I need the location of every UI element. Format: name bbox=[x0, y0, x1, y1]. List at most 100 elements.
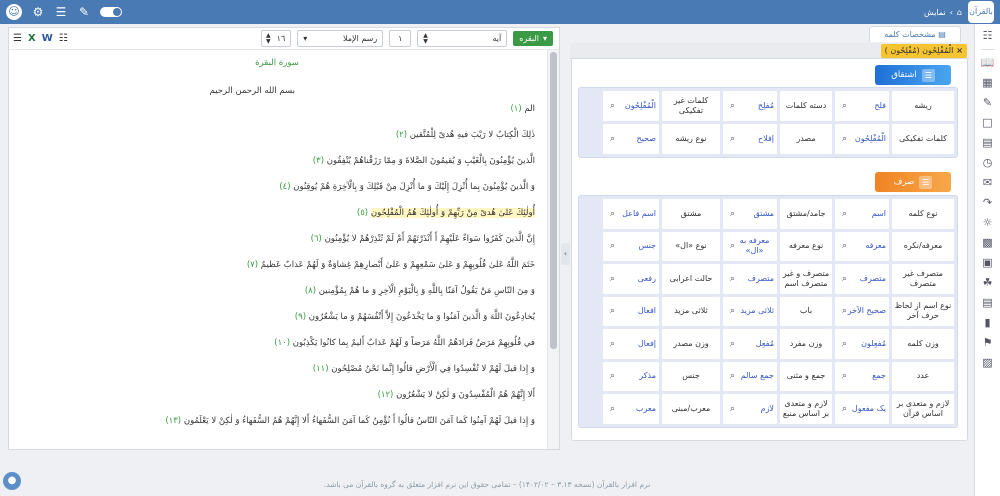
property-value[interactable]: متصرف ⌕ bbox=[723, 264, 777, 294]
property-value[interactable]: صحیح ⌕ bbox=[603, 124, 659, 154]
verse-line[interactable]: الم (١) bbox=[19, 96, 535, 122]
property-value[interactable]: یک مفعول ⌕ bbox=[835, 394, 889, 424]
search-icon[interactable]: ⌕ bbox=[730, 306, 735, 316]
property-value[interactable]: إفعال ⌕ bbox=[603, 329, 659, 359]
verse-line[interactable]: الَّذينَ يُؤْمِنُونَ بِالْغَيْبِ وَ يُقي… bbox=[19, 148, 535, 174]
breadcrumb-current[interactable]: نمایش bbox=[924, 8, 946, 17]
verse-text[interactable]: الم bbox=[524, 104, 535, 114]
search-icon[interactable]: ⌕ bbox=[842, 241, 847, 251]
collapse-panel-button[interactable]: ‹ bbox=[561, 243, 570, 265]
property-value[interactable]: مُفلِح ⌕ bbox=[723, 91, 777, 121]
verse-text[interactable]: وَ إِذا قيلَ لَهُمْ آمِنُوا كَما آمَنَ ا… bbox=[184, 416, 535, 426]
user-avatar-icon[interactable]: ☺ bbox=[6, 4, 22, 20]
property-value[interactable]: جمع سالم ⌕ bbox=[723, 361, 777, 391]
verse-line[interactable]: وَ إِذا قيلَ لَهُمْ آمِنُوا كَما آمَنَ ا… bbox=[19, 408, 535, 434]
search-icon[interactable]: ⌕ bbox=[610, 134, 615, 144]
excel-icon[interactable]: X bbox=[28, 33, 36, 44]
property-value[interactable]: جمع ⌕ bbox=[835, 361, 889, 391]
text-scrollbar[interactable] bbox=[547, 50, 559, 449]
property-value[interactable]: رفعی ⌕ bbox=[603, 264, 659, 294]
clock-icon[interactable]: ◷ bbox=[980, 155, 996, 171]
selected-word-chip[interactable]: × الْمُفْلِحُون (مُفْلِحُون ) bbox=[880, 44, 967, 58]
property-value[interactable]: مذکر ⌕ bbox=[603, 361, 659, 391]
property-value[interactable]: صحیح الآخر ⌕ bbox=[835, 296, 889, 326]
search-icon[interactable]: ⌕ bbox=[610, 404, 615, 414]
tab-word-details[interactable]: ▤ مشخصات کلمه bbox=[869, 26, 961, 42]
verse-text[interactable]: وَ الَّذينَ يُؤْمِنُونَ بِما أُنْزِلَ إِ… bbox=[293, 182, 535, 192]
verse-text[interactable]: وَ مِنَ النّاسِ مَنْ يَقُولُ آمَنّا بِال… bbox=[319, 286, 535, 296]
verse-line[interactable]: خَتَمَ اللَّهُ عَلىٰ قُلُوبِهِمْ وَ عَلى… bbox=[19, 252, 535, 278]
scrollbar-thumb[interactable] bbox=[550, 52, 557, 349]
word-icon[interactable]: W bbox=[42, 33, 53, 44]
property-value[interactable]: معرفه به «ال» ⌕ bbox=[723, 231, 777, 261]
property-value[interactable]: فلح ⌕ bbox=[835, 91, 889, 121]
search-icon[interactable]: ⌕ bbox=[730, 101, 735, 111]
library-icon[interactable]: ▩ bbox=[980, 235, 996, 251]
property-value[interactable]: افعال ⌕ bbox=[603, 296, 659, 326]
calendar-icon[interactable]: ▤ bbox=[980, 295, 996, 311]
verse-text[interactable]: في قُلُوبِهِمْ مَرَضٌ فَزادَهُمُ اللَّهُ… bbox=[293, 338, 535, 348]
list-icon[interactable]: ☰ bbox=[13, 33, 22, 44]
page-icon[interactable]: □ bbox=[980, 115, 996, 131]
search-icon[interactable]: ⌕ bbox=[842, 339, 847, 349]
sitemap-icon[interactable]: ☷ bbox=[980, 28, 996, 44]
search-icon[interactable]: ⌕ bbox=[610, 274, 615, 284]
search-icon[interactable]: ⌕ bbox=[610, 371, 615, 381]
property-value[interactable]: مشتق ⌕ bbox=[723, 199, 777, 229]
verse-line[interactable]: يُخادِعُونَ اللَّهَ وَ الَّذينَ آمَنُوا … bbox=[19, 304, 535, 330]
text-size-icon[interactable]: ✎ bbox=[77, 5, 91, 19]
search-icon[interactable]: ⌕ bbox=[730, 209, 735, 219]
verse-line[interactable]: أُولٰئِكَ عَلىٰ هُدىً مِنْ رَبِّهِمْ وَ … bbox=[19, 200, 535, 226]
search-icon[interactable]: ⌕ bbox=[610, 101, 615, 111]
gallery-icon[interactable]: ▦ bbox=[980, 75, 996, 91]
ayah-stepper[interactable]: آیه ▲ ▼ bbox=[417, 30, 508, 47]
tag-icon[interactable]: ⚑ bbox=[980, 335, 996, 351]
verse-text[interactable]: ذٰلِكَ الْكِتابُ لا رَيْبَ فيهِ هُدىً لِ… bbox=[410, 130, 535, 140]
chat-icon[interactable]: ☼ bbox=[980, 215, 996, 231]
scan-icon[interactable]: ▣ bbox=[980, 255, 996, 271]
share-icon[interactable]: ↷ bbox=[980, 195, 996, 211]
search-icon[interactable]: ⌕ bbox=[730, 404, 735, 414]
property-value[interactable]: الْمُفْلِحُون ⌕ bbox=[835, 124, 889, 154]
property-value[interactable]: متصرف ⌕ bbox=[835, 264, 889, 294]
verse-line[interactable]: وَ إِذا قيلَ لَهُمْ لا تُفْسِدُوا فِي ال… bbox=[19, 356, 535, 382]
verse-line[interactable]: في قُلُوبِهِمْ مَرَضٌ فَزادَهُمُ اللَّهُ… bbox=[19, 330, 535, 356]
verse-line[interactable]: أَلا إِنَّهُمْ هُمُ الْمُفْسِدُونَ وَ لٰ… bbox=[19, 382, 535, 408]
search-icon[interactable]: ⌕ bbox=[730, 274, 735, 284]
search-icon[interactable]: ⌕ bbox=[730, 339, 735, 349]
verse-line[interactable]: وَ مِنَ النّاسِ مَنْ يَقُولُ آمَنّا بِال… bbox=[19, 278, 535, 304]
verse-line[interactable]: وَ الَّذينَ يُؤْمِنُونَ بِما أُنْزِلَ إِ… bbox=[19, 174, 535, 200]
property-value[interactable]: اسم فاعل ⌕ bbox=[603, 199, 659, 229]
search-icon[interactable]: ⌕ bbox=[610, 209, 615, 219]
property-value[interactable]: مُفعِل ⌕ bbox=[723, 329, 777, 359]
pen-icon[interactable]: ✎ bbox=[980, 95, 996, 111]
book-icon[interactable]: 📖 bbox=[980, 55, 996, 71]
property-value[interactable]: اسم ⌕ bbox=[835, 199, 889, 229]
settings-icon[interactable]: ⚙ bbox=[31, 5, 45, 19]
search-icon[interactable]: ⌕ bbox=[842, 404, 847, 414]
search-icon[interactable]: ⌕ bbox=[610, 241, 615, 251]
property-value[interactable]: ثلاثی مزید ⌕ bbox=[723, 296, 777, 326]
search-icon[interactable]: ⌕ bbox=[842, 209, 847, 219]
surah-select-button[interactable]: ▾ البقره bbox=[513, 31, 553, 46]
search-icon[interactable]: ⌕ bbox=[730, 241, 735, 251]
property-value[interactable]: معرب ⌕ bbox=[603, 394, 659, 424]
verse-text[interactable]: خَتَمَ اللَّهُ عَلىٰ قُلُوبِهِمْ وَ عَلى… bbox=[261, 260, 535, 270]
morphology-section-button[interactable]: ☰ صرف bbox=[875, 172, 951, 192]
mode-toggle[interactable] bbox=[100, 7, 122, 17]
comment-icon[interactable]: ✉ bbox=[980, 175, 996, 191]
search-icon[interactable]: ⌕ bbox=[842, 371, 847, 381]
verse-text[interactable]: إِنَّ الَّذينَ كَفَرُوا سَواءٌ عَلَيْهِم… bbox=[325, 234, 535, 244]
property-value[interactable]: لازم ⌕ bbox=[723, 394, 777, 424]
property-value[interactable]: مُفعِلون ⌕ bbox=[835, 329, 889, 359]
ayah-number-field[interactable]: ١ bbox=[389, 30, 412, 47]
search-icon[interactable]: ⌕ bbox=[730, 371, 735, 381]
home-icon[interactable]: ⌂ bbox=[957, 8, 962, 17]
script-select[interactable]: رسم الإملا ▾ bbox=[297, 30, 384, 47]
property-value[interactable]: جنس ⌕ bbox=[603, 231, 659, 261]
font-size-stepper[interactable]: ١٦ ▲ ▼ bbox=[261, 30, 292, 47]
search-icon[interactable]: ⌕ bbox=[842, 306, 847, 316]
search-icon[interactable]: ⌕ bbox=[730, 134, 735, 144]
list-view-icon[interactable]: ☰ bbox=[54, 5, 68, 19]
stepper-arrows-icon[interactable]: ▲ ▼ bbox=[266, 32, 271, 45]
